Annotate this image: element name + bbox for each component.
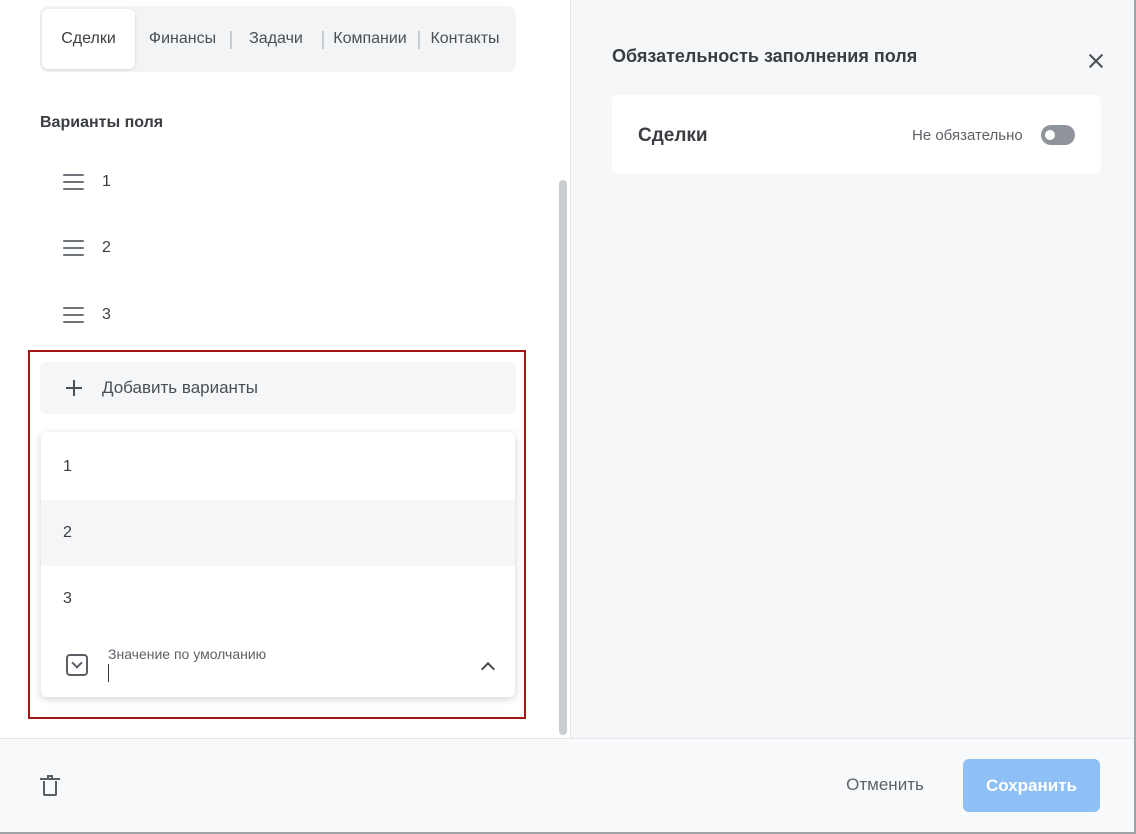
entity-name: Сделки (638, 125, 708, 146)
hamburger-icon[interactable] (62, 172, 86, 192)
variant-label: 1 (102, 173, 111, 190)
default-value-dropdown: 1 2 3 Значение по умолчанию (41, 432, 515, 697)
option-label: 2 (63, 524, 72, 541)
toggle-label: Не обязательно (912, 127, 1023, 144)
dropdown-option[interactable]: 2 (41, 500, 515, 566)
hamburger-icon[interactable] (62, 238, 86, 258)
text-cursor (108, 664, 109, 682)
tab-label: Сделки (61, 30, 116, 47)
cancel-button[interactable]: Отменить (826, 759, 944, 811)
tab-companies[interactable]: Компании (322, 9, 418, 69)
tab-contacts[interactable]: Контакты (418, 9, 512, 69)
tab-label: Контакты (430, 30, 500, 47)
variant-item: 1 (62, 170, 111, 194)
variant-label: 2 (102, 239, 111, 256)
tab-label: Задачи (249, 30, 303, 47)
chevron-up-icon[interactable] (481, 660, 493, 672)
field-variants-title: Варианты поля (40, 114, 164, 131)
tab-tasks[interactable]: Задачи (230, 9, 322, 69)
modal-footer: Отменить Сохранить (0, 738, 1134, 832)
default-value-select[interactable]: Значение по умолчанию (41, 632, 515, 697)
default-value-label: Значение по умолчанию (108, 646, 267, 662)
tab-separator (322, 31, 324, 49)
option-label: 1 (63, 458, 72, 475)
option-label: 3 (63, 590, 72, 607)
variant-item: 2 (62, 236, 111, 260)
toggle-knob (1045, 130, 1055, 140)
field-settings-panel: Сделки Финансы Задачи Компании Контакты … (0, 0, 570, 738)
close-icon[interactable] (1087, 52, 1105, 70)
requirement-card: Сделки Не обязательно (612, 95, 1101, 174)
tab-label: Компании (333, 30, 407, 47)
dropdown-box-icon (66, 654, 88, 676)
save-button[interactable]: Сохранить (963, 759, 1100, 812)
required-settings-panel: Обязательность заполнения поля Сделки Не… (570, 0, 1134, 738)
dropdown-option[interactable]: 1 (41, 434, 515, 500)
tab-separator (230, 31, 232, 49)
variant-label: 3 (102, 306, 111, 323)
entity-tabs: Сделки Финансы Задачи Компании Контакты (40, 6, 516, 72)
default-value-input[interactable] (108, 664, 468, 686)
tab-deals[interactable]: Сделки (42, 9, 135, 69)
tab-finances[interactable]: Финансы (135, 9, 230, 69)
plus-icon (64, 378, 84, 398)
dropdown-option[interactable]: 3 (41, 566, 515, 632)
add-variants-button[interactable]: Добавить варианты (40, 362, 516, 414)
scrollbar[interactable] (559, 180, 567, 735)
tab-separator (418, 31, 420, 49)
trash-icon[interactable] (40, 775, 60, 797)
required-toggle[interactable] (1041, 125, 1075, 145)
field-editor-modal: Сделки Финансы Задачи Компании Контакты … (0, 0, 1136, 834)
panel-title: Обязательность заполнения поля (612, 46, 918, 66)
variant-item: 3 (62, 303, 111, 327)
tab-label: Финансы (148, 30, 217, 47)
hamburger-icon[interactable] (62, 305, 86, 325)
add-variants-label: Добавить варианты (102, 378, 258, 397)
